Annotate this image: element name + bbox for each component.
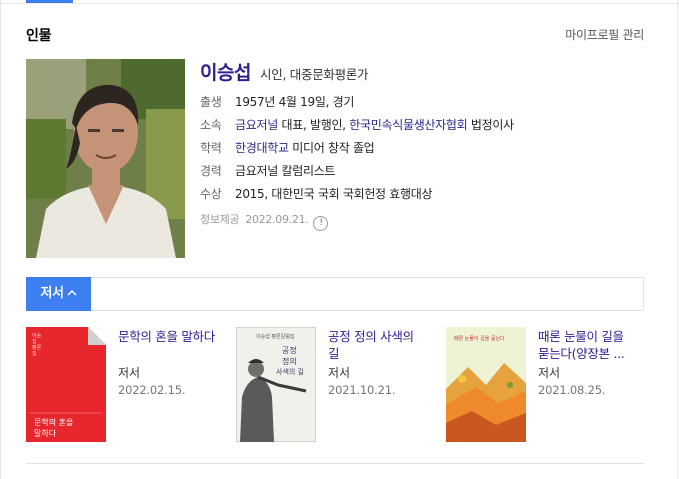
education-link-university[interactable]: 한경대학교 <box>235 141 289 155</box>
manage-profile-link[interactable]: 마이프로필 관리 <box>565 26 644 43</box>
book-role-3: 저서 <box>538 366 561 380</box>
book-date-1: 2022.02.15. <box>118 383 186 397</box>
book-date-2: 2021.10.21. <box>328 383 396 397</box>
affiliation-text: 대표, 발행인, <box>277 118 350 132</box>
info-key-birth: 출생 <box>200 95 222 109</box>
top-divider <box>0 3 679 4</box>
book-role-2: 저서 <box>328 366 351 380</box>
person-name-link[interactable]: 이승섭 <box>200 62 251 84</box>
book-cover-2-art <box>236 327 316 442</box>
works-tabbar: 저서 <box>26 277 644 311</box>
book-cover-2-title-2: 정의 <box>282 357 297 366</box>
person-occupation: 시인, 대중문화평론가 <box>260 67 369 82</box>
affiliation-link-newspaper[interactable]: 금요저널 <box>235 118 278 132</box>
info-row-education: 학력 한경대학교 미디어 창작 졸업 <box>200 139 375 156</box>
book-cover-1-title-1: 문학의 혼을 <box>34 418 74 427</box>
info-row-career: 경력 금요저널 칼럼리스트 <box>200 162 335 179</box>
info-source-label: 정보제공 <box>200 213 240 226</box>
education-text: 미디어 창작 졸업 <box>288 141 375 155</box>
info-key-affiliation: 소속 <box>200 118 222 132</box>
bottom-divider <box>26 463 644 464</box>
info-value-birth: 1957년 4월 19일, 경기 <box>235 95 355 109</box>
info-key-education: 학력 <box>200 141 222 155</box>
info-value-award: 2015, 대한민국 국회 국회헌정 효행대상 <box>235 187 433 201</box>
book-date-3: 2021.08.25. <box>538 383 606 397</box>
book-title-2[interactable]: 공정 정의 사색의 길 <box>328 328 428 362</box>
tab-works-label: 저서 <box>40 286 64 301</box>
section-title: 인물 <box>26 28 52 44</box>
info-value-career: 금요저널 칼럼리스트 <box>235 164 336 178</box>
info-row-affiliation: 소속 금요저널 대표, 발행인, 한국민속식물생산자협회 법정이사 <box>200 116 514 133</box>
book-title-3[interactable]: 때론 눈물이 길을 묻는다(양장본 ... <box>538 328 638 362</box>
info-row-award: 수상 2015, 대한민국 국회 국회헌정 효행대상 <box>200 185 433 202</box>
info-key-award: 수상 <box>200 187 222 201</box>
book-cover-2[interactable]: 이승섭 평론칼럼집 공정 정의 사색의 길 <box>236 327 316 442</box>
info-source-date: 2022.09.21. <box>245 213 309 226</box>
info-row-birth: 출생 1957년 4월 19일, 경기 <box>200 93 354 110</box>
book-cover-1[interactable]: 이승섭 평론집 문학의 혼을 말하다 <box>26 327 106 442</box>
affiliation-link-association[interactable]: 한국민속식물생산자협회 <box>349 118 467 132</box>
profile-photo-image <box>26 59 185 258</box>
info-key-career: 경력 <box>200 164 222 178</box>
book-cover-2-top-text: 이승섭 평론칼럼집 <box>256 334 295 340</box>
book-cover-3-art <box>446 327 526 442</box>
book-role-1: 저서 <box>118 366 141 380</box>
info-source-row: 정보제공 2022.09.21.! <box>200 211 329 231</box>
affiliation-role-text: 법정이사 <box>467 118 514 132</box>
chevron-up-icon <box>67 289 77 296</box>
frame-right-border <box>677 0 678 479</box>
book-title-1[interactable]: 문학의 혼을 말하다 <box>118 328 218 345</box>
info-icon[interactable]: ! <box>313 216 329 231</box>
book-cover-3-top-text: 때론 눈물이 길을 묻는다 <box>454 336 505 342</box>
frame-left-border <box>0 0 1 479</box>
book-cover-2-title-3: 사색의 길 <box>276 368 304 376</box>
person-name-row: 이승섭 시인, 대중문화평론가 <box>200 58 369 85</box>
profile-photo[interactable] <box>26 59 185 258</box>
book-cover-3[interactable]: 때론 눈물이 길을 묻는다 <box>446 327 526 442</box>
tab-works[interactable]: 저서 <box>26 277 91 311</box>
book-cover-1-title-2: 말하다 <box>34 429 57 438</box>
book-cover-2-title-1: 공정 <box>282 346 297 355</box>
book-cover-1-side-text: 이승섭 평론집 <box>32 333 42 357</box>
